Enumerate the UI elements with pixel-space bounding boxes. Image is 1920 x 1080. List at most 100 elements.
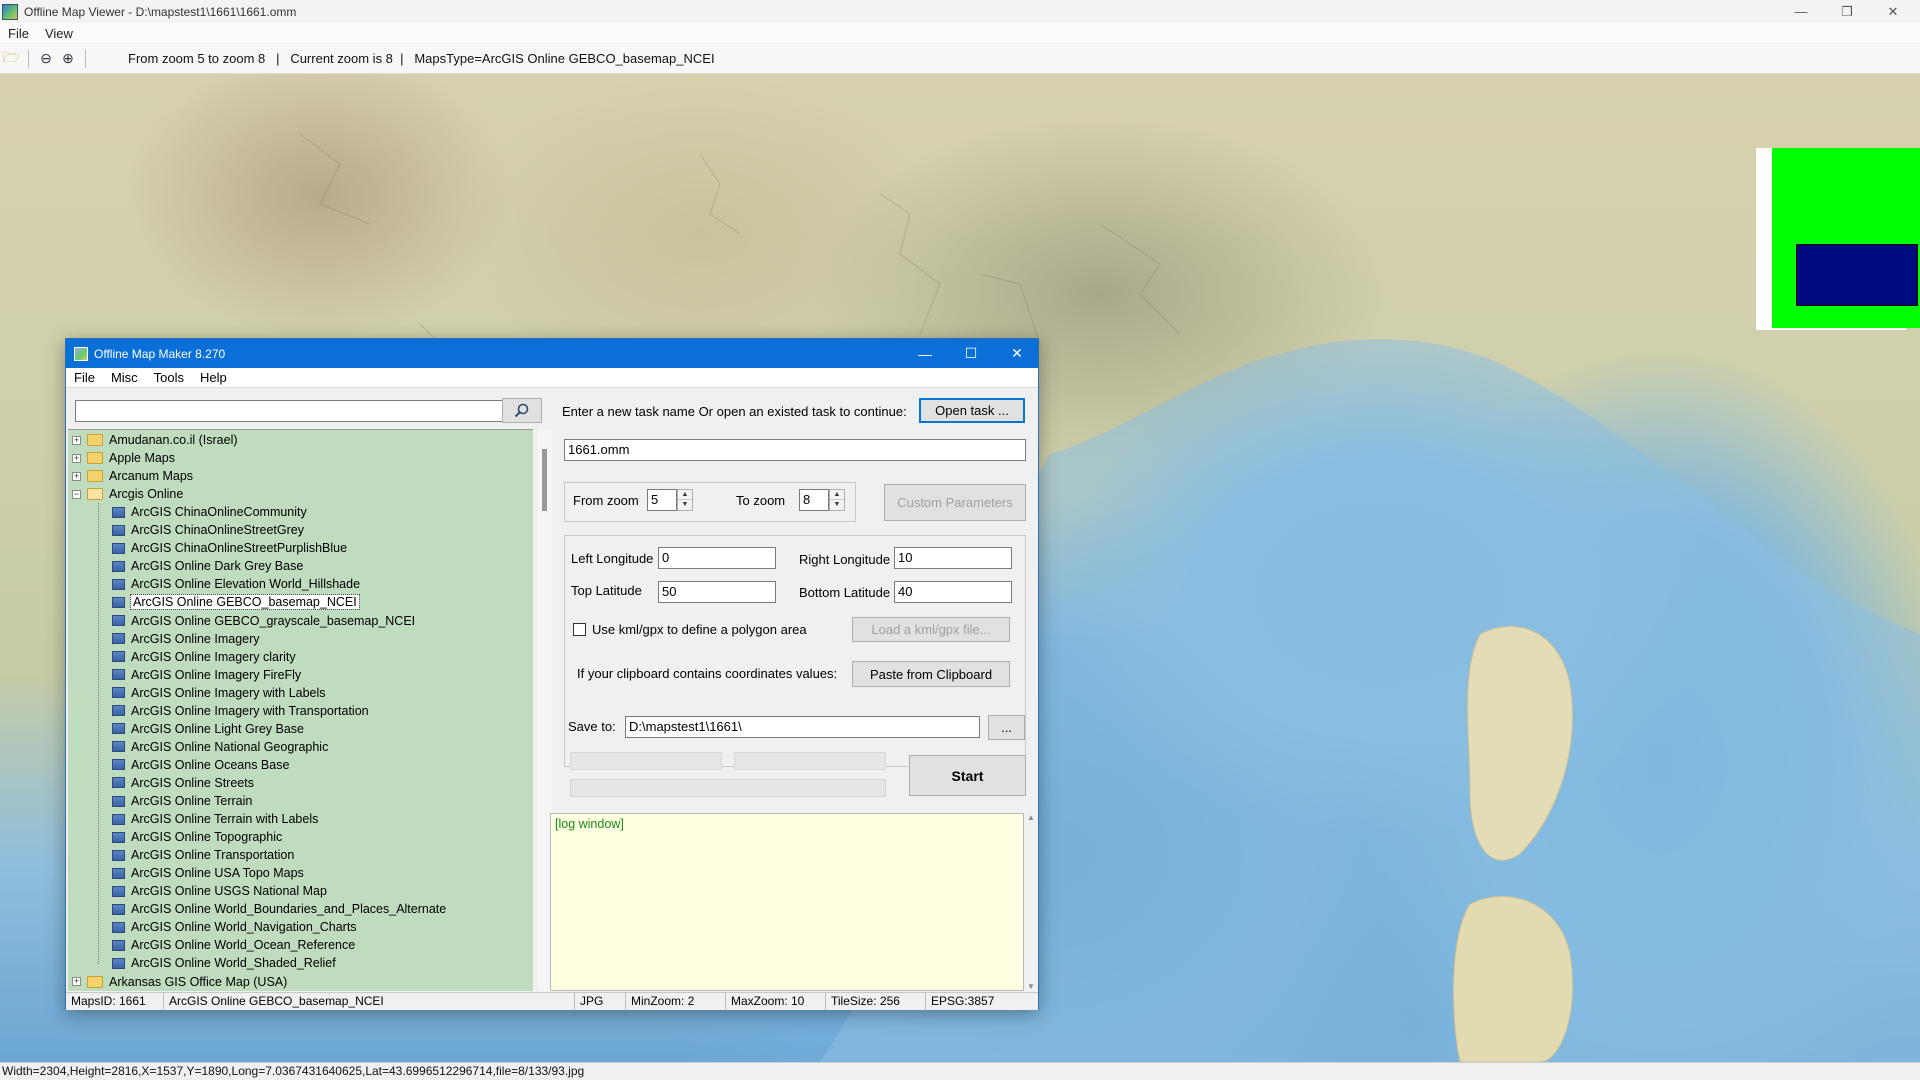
tree-map-item[interactable]: ArcGIS Online Imagery (112, 630, 260, 648)
map-layer-icon (112, 633, 125, 645)
minimize-button[interactable]: — (1778, 0, 1824, 23)
tree-map-item[interactable]: ArcGIS Online Light Grey Base (112, 720, 304, 738)
tree-map-item[interactable]: ArcGIS Online Imagery clarity (112, 648, 296, 666)
search-button[interactable] (502, 398, 542, 423)
scroll-up-icon[interactable]: ▲ (1024, 813, 1038, 822)
log-window[interactable]: [log window] (550, 813, 1024, 991)
spin-up-icon[interactable]: ▲ (830, 490, 844, 500)
to-zoom-input[interactable]: 8 (799, 489, 829, 511)
to-zoom-label: To zoom (736, 493, 786, 508)
spin-down-icon[interactable]: ▼ (830, 500, 844, 510)
maker-menu-misc[interactable]: Misc (103, 370, 146, 385)
tree-map-item[interactable]: ArcGIS ChinaOnlineStreetGrey (112, 521, 304, 539)
close-button[interactable]: ✕ (1870, 0, 1916, 23)
start-button[interactable]: Start (909, 755, 1026, 796)
tree-map-item[interactable]: ArcGIS Online World_Navigation_Charts (112, 918, 357, 936)
overview-minimap[interactable] (1756, 148, 1920, 330)
tree-folder[interactable]: + Amudanan.co.il (Israel) (72, 431, 238, 449)
paste-clipboard-button[interactable]: Paste from Clipboard (852, 661, 1010, 687)
tree-map-label: ArcGIS Online Imagery FireFly (131, 667, 302, 682)
tree-folder[interactable]: + Apple Maps (72, 449, 175, 467)
open-task-button[interactable]: Open task ... (919, 398, 1025, 423)
kml-polygon-label: Use kml/gpx to define a polygon area (592, 622, 807, 637)
tree-map-item[interactable]: ArcGIS Online Imagery with Labels (112, 684, 326, 702)
maker-minimize-button[interactable]: — (902, 339, 948, 368)
maker-close-button[interactable]: ✕ (994, 339, 1040, 368)
tree-map-item[interactable]: ArcGIS ChinaOnlineCommunity (112, 503, 307, 521)
kml-polygon-checkbox[interactable] (573, 623, 586, 636)
tree-map-item[interactable]: ArcGIS Online Imagery FireFly (112, 666, 301, 684)
tree-map-item[interactable]: ArcGIS Online GEBCO_grayscale_basemap_NC… (112, 612, 415, 630)
maker-menu-tools[interactable]: Tools (146, 370, 192, 385)
zoom-in-icon[interactable]: ⊕ (57, 48, 79, 70)
tree-map-item[interactable]: ArcGIS Online Terrain with Labels (112, 810, 318, 828)
log-scrollbar[interactable]: ▲ ▼ (1024, 813, 1038, 991)
task-prompt: Enter a new task name Or open an existed… (562, 404, 907, 419)
zoom-out-icon[interactable]: ⊖ (35, 48, 57, 70)
tree-map-item[interactable]: ArcGIS Online Transportation (112, 846, 294, 864)
menu-file[interactable]: File (0, 26, 37, 41)
spin-down-icon[interactable]: ▼ (678, 500, 692, 510)
tree-folder-open[interactable]: − Arcgis Online (72, 485, 183, 503)
bottom-latitude-input[interactable]: 40 (894, 581, 1012, 603)
menu-view[interactable]: View (37, 26, 81, 41)
expand-icon[interactable]: + (72, 471, 81, 481)
tree-map-item[interactable]: ArcGIS Online World_Ocean_Reference (112, 936, 355, 954)
map-layer-icon (112, 849, 125, 861)
bottom-latitude-label: Bottom Latitude (799, 585, 891, 600)
tree-map-item[interactable]: ArcGIS Online National Geographic (112, 738, 328, 756)
tree-map-item[interactable]: ArcGIS Online Elevation World_Hillshade (112, 575, 360, 593)
tree-map-item[interactable]: ArcGIS ChinaOnlineStreetPurplishBlue (112, 539, 347, 557)
expand-icon[interactable]: + (72, 977, 81, 986)
tree-map-item[interactable]: ArcGIS Online Streets (112, 774, 254, 792)
from-zoom-input[interactable]: 5 (647, 489, 677, 511)
tree-map-item[interactable]: ArcGIS Online Imagery with Transportatio… (112, 702, 369, 720)
right-longitude-input[interactable]: 10 (894, 547, 1012, 569)
load-kml-button[interactable]: Load a kml/gpx file... (852, 617, 1010, 642)
log-text: [log window] (555, 817, 624, 831)
map-source-tree[interactable]: + Amudanan.co.il (Israel) + Apple Maps + Arca… (68, 429, 533, 991)
tree-map-label: ArcGIS Online Transportation (131, 848, 295, 863)
open-folder-icon[interactable]: 🗁 (0, 48, 22, 70)
tree-map-item[interactable]: ArcGIS Online Dark Grey Base (112, 557, 303, 575)
left-longitude-input[interactable]: 0 (658, 547, 776, 569)
save-to-input[interactable]: D:\mapstest1\1661\ (625, 716, 980, 738)
task-name-input[interactable]: 1661.omm (564, 439, 1026, 461)
top-latitude-input[interactable]: 50 (658, 581, 776, 603)
toolbar-separator (85, 49, 86, 68)
status-max-zoom: MaxZoom: 10 (726, 993, 826, 1010)
tree-map-item[interactable]: ArcGIS Online Terrain (112, 792, 252, 810)
custom-parameters-button[interactable]: Custom Parameters (884, 484, 1026, 521)
expand-icon[interactable]: + (72, 453, 81, 463)
restore-button[interactable]: ❐ (1824, 0, 1870, 23)
tree-map-item[interactable]: ArcGIS Online World_Boundaries_and_Place… (112, 900, 446, 918)
map-layer-icon (112, 939, 125, 951)
maker-menu-help[interactable]: Help (192, 370, 235, 385)
tree-map-item[interactable]: ArcGIS Online USGS National Map (112, 882, 327, 900)
spin-up-icon[interactable]: ▲ (678, 490, 692, 500)
tree-folder[interactable]: + Arkansas GIS Office Map (USA) (72, 973, 287, 991)
collapse-icon[interactable]: − (72, 489, 81, 499)
from-zoom-label: From zoom (573, 493, 639, 508)
scroll-down-icon[interactable]: ▼ (1024, 982, 1038, 991)
maker-maximize-button[interactable]: ☐ (948, 339, 994, 368)
tree-map-item[interactable]: ArcGIS Online GEBCO_basemap_NCEI (112, 593, 360, 611)
folder-icon (87, 434, 103, 446)
tree-map-item[interactable]: ArcGIS Online Oceans Base (112, 756, 289, 774)
tree-map-item[interactable]: ArcGIS Online USA Topo Maps (112, 864, 304, 882)
browse-button[interactable]: ... (988, 715, 1025, 740)
map-layer-icon (112, 813, 125, 825)
maker-menu-file[interactable]: File (66, 370, 103, 385)
tree-map-label: ArcGIS ChinaOnlineStreetPurplishBlue (131, 541, 348, 556)
viewer-titlebar: Offline Map Viewer - D:\mapstest1\1661\1… (0, 0, 1920, 23)
tree-folder[interactable]: + Arcanum Maps (72, 467, 193, 485)
map-search-input[interactable] (75, 400, 505, 422)
from-zoom-spinner[interactable]: ▲ ▼ (677, 489, 693, 511)
viewer-toolbar: 🗁 ⊖ ⊕ From zoom 5 to zoom 8 | Current zo… (0, 44, 1920, 74)
to-zoom-spinner[interactable]: ▲ ▼ (829, 489, 845, 511)
tree-map-item[interactable]: ArcGIS Online World_Shaded_Relief (112, 954, 336, 972)
tree-map-item[interactable]: ArcGIS Online Topographic (112, 828, 282, 846)
expand-icon[interactable]: + (72, 435, 81, 445)
tree-scroll-thumb[interactable] (542, 449, 547, 511)
minimap-viewport[interactable] (1796, 244, 1918, 306)
